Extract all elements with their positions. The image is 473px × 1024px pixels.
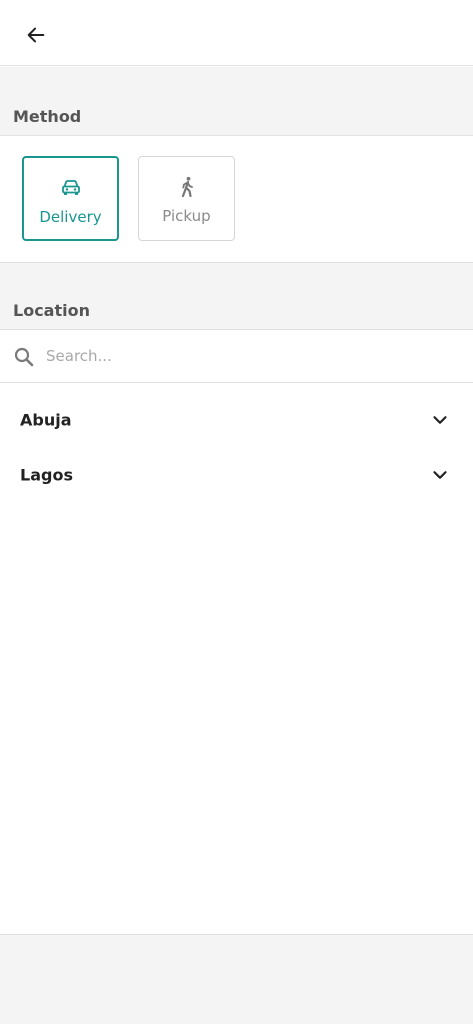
location-item-lagos[interactable]: Lagos bbox=[0, 448, 473, 502]
delivery-label: Delivery bbox=[39, 208, 102, 226]
top-bar bbox=[0, 0, 473, 66]
arrow-left-icon bbox=[27, 27, 45, 43]
method-options: Delivery Pickup bbox=[0, 136, 473, 262]
chevron-down-icon bbox=[433, 471, 447, 479]
back-button[interactable] bbox=[16, 15, 56, 55]
car-icon bbox=[61, 180, 80, 195]
delivery-option[interactable]: Delivery bbox=[22, 156, 119, 241]
method-section-header: Method bbox=[0, 67, 473, 136]
location-item-abuja[interactable]: Abuja bbox=[0, 393, 473, 447]
location-search-input[interactable] bbox=[46, 340, 456, 372]
location-item-label: Lagos bbox=[20, 465, 73, 485]
method-title: Method bbox=[13, 107, 82, 126]
location-title: Location bbox=[13, 301, 90, 320]
location-item-label: Abuja bbox=[20, 410, 72, 430]
walking-person-icon bbox=[181, 176, 193, 198]
chevron-down-icon bbox=[433, 416, 447, 424]
pickup-option[interactable]: Pickup bbox=[138, 156, 235, 241]
pickup-label: Pickup bbox=[162, 207, 211, 225]
bottom-bar bbox=[0, 934, 473, 1024]
search-icon bbox=[14, 347, 34, 367]
location-section-header: Location bbox=[0, 262, 473, 330]
app-screen: Method Delivery Pickup Location Search..… bbox=[0, 0, 473, 1024]
location-search-bar bbox=[0, 330, 473, 383]
